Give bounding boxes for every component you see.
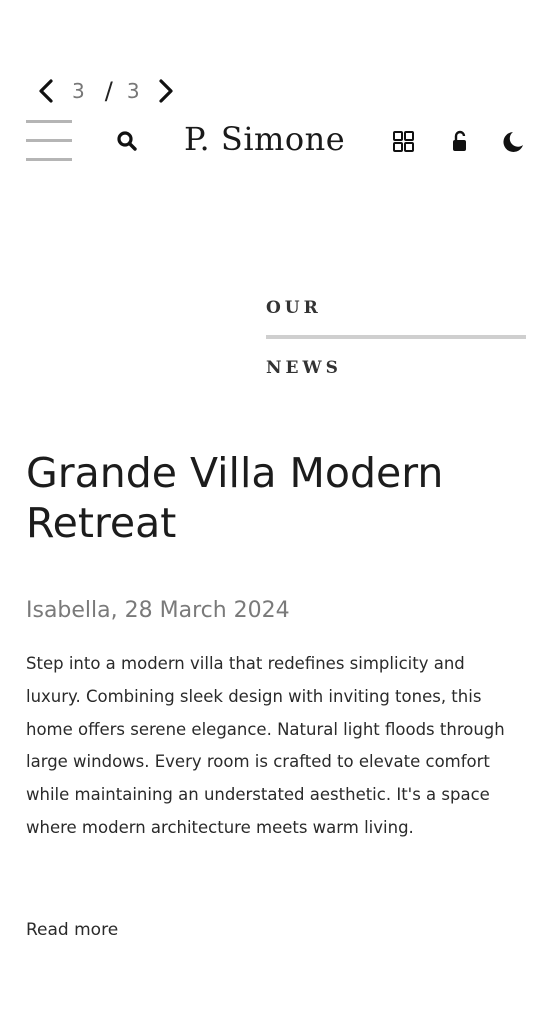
prev-page-button[interactable] [34, 77, 58, 105]
pagination: 3 / 3 [34, 74, 178, 108]
lock-icon [453, 130, 466, 151]
site-logo[interactable]: P. Simone [184, 120, 345, 158]
site-header: P. Simone [0, 112, 545, 168]
article-byline: Isabella, 28 March 2024 [26, 598, 290, 623]
next-page-button[interactable] [154, 77, 178, 105]
section-divider [266, 335, 526, 339]
hamburger-menu-icon[interactable] [26, 120, 72, 162]
read-more-link[interactable]: Read more [26, 920, 118, 940]
page-separator: / [104, 77, 113, 105]
grid-view-button[interactable] [390, 128, 418, 156]
section-heading-news: NEWS [266, 358, 342, 378]
article-excerpt: Step into a modern villa that redefines … [26, 654, 505, 837]
current-page-number: 3 [72, 79, 85, 103]
search-icon [117, 131, 137, 151]
login-button[interactable] [447, 128, 475, 156]
section-heading-our: OUR [266, 298, 322, 318]
article-title[interactable]: Grande Villa Modern Retreat [26, 448, 526, 548]
grid-icon [393, 131, 414, 152]
chevron-left-icon [39, 79, 53, 103]
theme-toggle-button[interactable] [498, 128, 526, 156]
search-button[interactable] [114, 128, 140, 154]
chevron-right-icon [158, 79, 173, 103]
total-pages-number: 3 [126, 79, 140, 103]
moon-icon [503, 132, 523, 152]
